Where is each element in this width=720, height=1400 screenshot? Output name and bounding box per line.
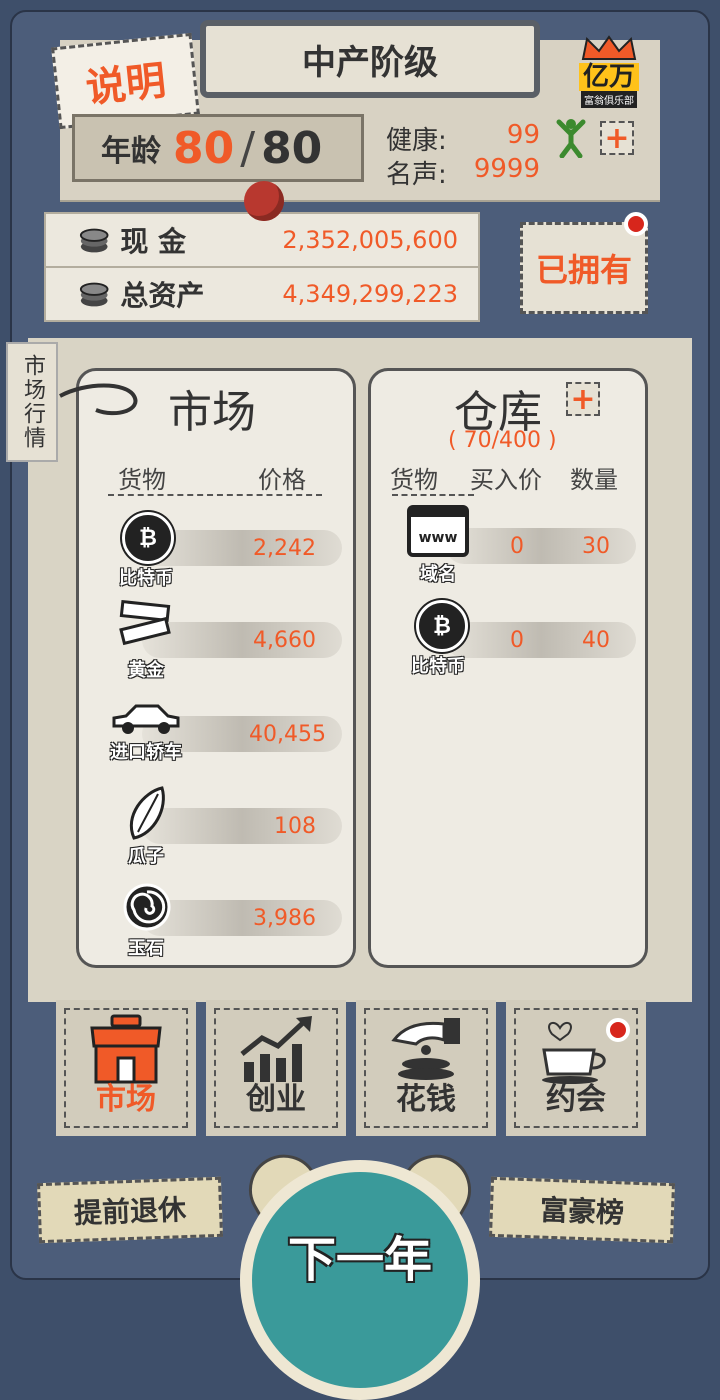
market-item[interactable]: 瓜子 108 [86,786,346,872]
fame-value: 9999 [473,154,540,184]
market-item-name: 瓜子 [128,846,164,867]
market-item-price: 4,660 [253,628,316,653]
warehouse-item-name: 域名 [420,564,456,585]
assets-label: 总资产 [120,279,205,312]
paperclip-icon [59,383,138,416]
health-plus-button[interactable]: + [600,120,634,156]
jade-icon [123,883,171,931]
market-item-price: 2,242 [253,536,316,561]
market-item-name: 玉石 [128,938,164,959]
divider [392,494,474,496]
age-separator: / [240,122,256,174]
tab-startup[interactable]: 创业 [206,1000,346,1136]
age-box: 年龄 80 / 80 [72,114,364,182]
health-label: 健康: [386,126,447,156]
fame-label: 名声: [386,160,447,190]
gold-bar-icon [119,600,171,646]
svg-text:www: www [419,530,458,546]
tab-spend[interactable]: 花钱 [356,1000,496,1136]
owned-label: 已拥有 [535,251,632,289]
tab-label: 约会 [546,1082,606,1117]
market-col-price: 价格 [258,466,306,494]
notification-dot [606,1018,630,1042]
bitcoin-icon: ₿ [122,512,174,564]
bitcoin-icon: ₿ [416,600,468,652]
age-max: 80 [261,122,323,174]
warehouse-item-qty: 40 [582,628,610,653]
market-item-name: 黄金 [128,660,164,681]
divider [108,494,322,496]
coins-icon [79,228,109,253]
plus-icon: + [570,381,596,417]
tab-label: 花钱 [396,1082,456,1117]
early-retire-label: 提前退休 [73,1193,187,1230]
owned-button[interactable]: 已拥有 [520,222,648,314]
warehouse-expand-button[interactable]: + [566,381,600,417]
cash-value: 2,352,005,600 [282,226,458,254]
assets-row: 总资产 4,349,299,223 [44,266,480,322]
warehouse-item-qty: 30 [582,534,610,559]
market-trend-tab[interactable]: 市场行情 [6,342,58,462]
assets-value: 4,349,299,223 [282,280,458,308]
warehouse-item-name: 比特币 [411,656,465,677]
market-item[interactable]: ₿ 比特币 2,242 [86,508,346,594]
crown-icon [581,35,637,60]
warehouse-item-buy: 0 [510,628,524,653]
seed-icon [129,786,165,840]
pushpin-icon [244,181,284,221]
warehouse-capacity: ( 70/400 ) [448,428,557,453]
cash-label: 现 金 [120,225,187,258]
market-item-price: 3,986 [253,906,316,931]
early-retire-button[interactable]: 提前退休 [37,1176,223,1244]
billionaire-club-badge[interactable]: 亿万 富翁俱乐部 [570,30,648,108]
market-item[interactable]: 黄金 4,660 [86,600,346,686]
age-current: 80 [173,122,235,174]
tab-label: 市场 [96,1082,156,1117]
warehouse-item[interactable]: ₿ 比特币 0 40 [376,596,640,684]
market-item[interactable]: 玉石 3,986 [86,878,346,964]
car-icon [112,704,180,734]
market-item-name: 比特币 [119,568,173,589]
age-label: 年龄 [101,134,161,169]
tab-market[interactable]: 市场 [56,1000,196,1136]
person-cheer-icon [556,119,586,158]
club-badge-small: 富翁俱乐部 [581,91,637,108]
class-title: 中产阶级 [200,20,540,98]
rich-list-label: 富豪榜 [539,1193,625,1230]
rich-list-button[interactable]: 富豪榜 [489,1176,675,1244]
market-item-name: 进口轿车 [110,742,182,763]
market-col-goods: 货物 [118,466,166,494]
market-item-price: 108 [274,814,316,839]
warehouse-col-qty: 数量 [570,466,618,494]
tab-label: 创业 [246,1082,306,1117]
www-icon: www [407,505,469,557]
warehouse-col-goods: 货物 [390,466,438,494]
market-item[interactable]: 进口轿车 40,455 [86,694,346,780]
warehouse-col-buy: 买入价 [470,466,542,494]
plus-icon: + [604,120,630,156]
notification-dot [624,212,648,236]
market-item-price: 40,455 [249,722,326,747]
club-badge-big: 亿万 [578,63,639,91]
health-value: 99 [506,120,540,150]
coins-icon [79,282,109,307]
warehouse-item-buy: 0 [510,534,524,559]
warehouse-item[interactable]: www 域名 0 30 [376,502,640,590]
market-title: 市场 [168,387,256,438]
